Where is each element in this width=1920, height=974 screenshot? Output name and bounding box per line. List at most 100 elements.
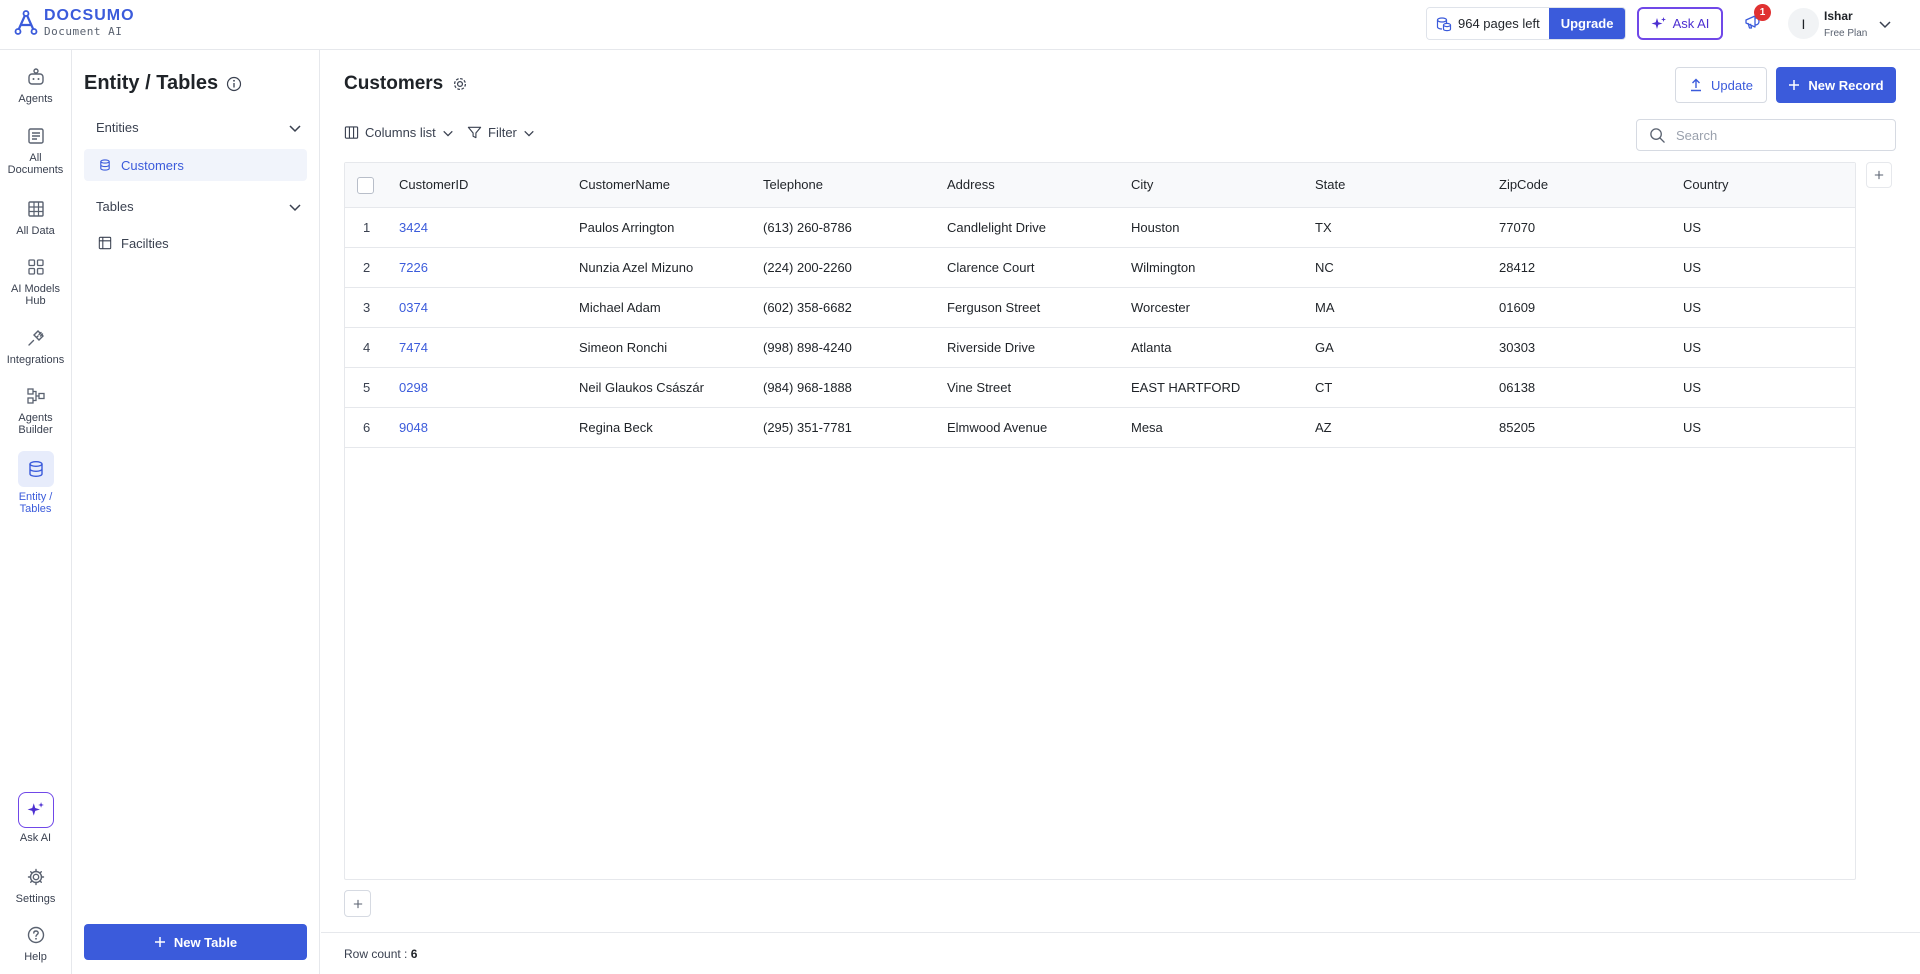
address-cell[interactable]: Clarence Court <box>947 260 1034 275</box>
update-button[interactable]: Update <box>1675 67 1767 103</box>
table-row[interactable]: 5 0298 Neil Glaukos Császár (984) 968-18… <box>345 368 1855 408</box>
table-row[interactable]: 6 9048 Regina Beck (295) 351-7781 Elmwoo… <box>345 408 1855 448</box>
nav-all-data[interactable]: All Data <box>0 197 71 237</box>
zipcode-cell[interactable]: 77070 <box>1499 220 1535 235</box>
state-cell[interactable]: MA <box>1315 300 1335 315</box>
nav-help[interactable]: Help <box>0 923 71 963</box>
filter-dropdown[interactable]: Filter <box>467 125 535 140</box>
column-header-address[interactable]: Address <box>947 177 995 192</box>
customer-id-link[interactable]: 3424 <box>399 220 428 235</box>
nav-integrations[interactable]: Integrations <box>0 326 71 366</box>
tables-heading: Tables <box>96 199 134 214</box>
column-header-country[interactable]: Country <box>1683 177 1729 192</box>
customer-name-cell[interactable]: Simeon Ronchi <box>579 340 667 355</box>
city-cell[interactable]: Worcester <box>1131 300 1190 315</box>
telephone-cell[interactable]: (224) 200-2260 <box>763 260 852 275</box>
entity-item-customers[interactable]: Customers <box>84 149 307 181</box>
column-header-zipcode[interactable]: ZipCode <box>1499 177 1548 192</box>
country-cell[interactable]: US <box>1683 260 1701 275</box>
agents-icon <box>24 65 48 89</box>
customer-id-link[interactable]: 9048 <box>399 420 428 435</box>
telephone-cell[interactable]: (295) 351-7781 <box>763 420 852 435</box>
customer-name-cell[interactable]: Michael Adam <box>579 300 661 315</box>
customer-name-cell[interactable]: Neil Glaukos Császár <box>579 380 704 395</box>
zipcode-cell[interactable]: 85205 <box>1499 420 1535 435</box>
select-all-checkbox[interactable] <box>357 177 374 194</box>
country-cell[interactable]: US <box>1683 420 1701 435</box>
columns-list-dropdown[interactable]: Columns list <box>344 125 454 140</box>
country-cell[interactable]: US <box>1683 380 1701 395</box>
add-column-button[interactable] <box>1866 162 1892 188</box>
country-cell[interactable]: US <box>1683 300 1701 315</box>
table-row[interactable]: 3 0374 Michael Adam (602) 358-6682 Fergu… <box>345 288 1855 328</box>
telephone-cell[interactable]: (613) 260-8786 <box>763 220 852 235</box>
customer-name-cell[interactable]: Paulos Arrington <box>579 220 674 235</box>
state-cell[interactable]: GA <box>1315 340 1334 355</box>
customer-name-cell[interactable]: Nunzia Azel Mizuno <box>579 260 693 275</box>
address-cell[interactable]: Riverside Drive <box>947 340 1035 355</box>
column-header-city[interactable]: City <box>1131 177 1153 192</box>
address-cell[interactable]: Ferguson Street <box>947 300 1040 315</box>
nav-ask-ai[interactable]: Ask AI <box>0 792 71 844</box>
customer-id-link[interactable]: 0374 <box>399 300 428 315</box>
city-cell[interactable]: Atlanta <box>1131 340 1171 355</box>
nav-agents-builder[interactable]: Agents Builder <box>0 384 71 436</box>
state-cell[interactable]: CT <box>1315 380 1332 395</box>
chevron-down-icon[interactable] <box>1878 17 1892 31</box>
table-row[interactable]: 2 7226 Nunzia Azel Mizuno (224) 200-2260… <box>345 248 1855 288</box>
telephone-cell[interactable]: (998) 898-4240 <box>763 340 852 355</box>
state-cell[interactable]: TX <box>1315 220 1332 235</box>
nav-settings[interactable]: Settings <box>0 865 71 905</box>
column-header-customername[interactable]: CustomerName <box>579 177 670 192</box>
address-cell[interactable]: Candlelight Drive <box>947 220 1046 235</box>
tables-section-toggle[interactable]: Tables <box>96 199 302 214</box>
country-cell[interactable]: US <box>1683 340 1701 355</box>
city-cell[interactable]: EAST HARTFORD <box>1131 380 1240 395</box>
zipcode-cell[interactable]: 01609 <box>1499 300 1535 315</box>
upgrade-button[interactable]: Upgrade <box>1548 8 1626 39</box>
address-cell[interactable]: Vine Street <box>947 380 1011 395</box>
column-header-telephone[interactable]: Telephone <box>763 177 823 192</box>
nav-all-documents[interactable]: All Documents <box>0 124 71 176</box>
ask-ai-button[interactable]: Ask AI <box>1637 7 1723 40</box>
nav-agents[interactable]: Agents <box>0 65 71 105</box>
nav-ai-models-hub[interactable]: AI Models Hub <box>0 255 71 307</box>
customer-id-link[interactable]: 7226 <box>399 260 428 275</box>
customer-id-link[interactable]: 7474 <box>399 340 428 355</box>
zipcode-cell[interactable]: 06138 <box>1499 380 1535 395</box>
table-row[interactable]: 4 7474 Simeon Ronchi (998) 898-4240 Rive… <box>345 328 1855 368</box>
search-input[interactable] <box>1676 127 1876 143</box>
zipcode-cell[interactable]: 30303 <box>1499 340 1535 355</box>
avatar[interactable]: I <box>1788 8 1819 39</box>
address-cell[interactable]: Elmwood Avenue <box>947 420 1047 435</box>
telephone-cell[interactable]: (984) 968-1888 <box>763 380 852 395</box>
gear-icon[interactable] <box>451 75 469 93</box>
customer-id-link[interactable]: 0298 <box>399 380 428 395</box>
entities-section-toggle[interactable]: Entities <box>96 120 302 135</box>
gear-icon <box>24 865 48 889</box>
state-cell[interactable]: AZ <box>1315 420 1332 435</box>
row-index: 2 <box>363 260 371 275</box>
pages-left: 964 pages left <box>1427 8 1549 39</box>
builder-icon <box>24 384 48 408</box>
city-cell[interactable]: Wilmington <box>1131 260 1195 275</box>
plus-icon <box>353 899 362 908</box>
table-icon <box>98 236 112 250</box>
column-header-customerid[interactable]: CustomerID <box>399 177 468 192</box>
docsumo-logo[interactable]: DOCSUMO Document AI <box>14 8 135 37</box>
column-header-state[interactable]: State <box>1315 177 1345 192</box>
new-record-button[interactable]: New Record <box>1776 67 1896 103</box>
city-cell[interactable]: Houston <box>1131 220 1179 235</box>
city-cell[interactable]: Mesa <box>1131 420 1163 435</box>
add-row-button[interactable] <box>344 890 371 917</box>
table-row[interactable]: 1 3424 Paulos Arrington (613) 260-8786 C… <box>345 208 1855 248</box>
telephone-cell[interactable]: (602) 358-6682 <box>763 300 852 315</box>
state-cell[interactable]: NC <box>1315 260 1334 275</box>
new-table-button[interactable]: New Table <box>84 924 307 960</box>
country-cell[interactable]: US <box>1683 220 1701 235</box>
zipcode-cell[interactable]: 28412 <box>1499 260 1535 275</box>
nav-entity-tables[interactable]: Entity / Tables <box>0 451 71 515</box>
info-icon[interactable] <box>226 76 242 92</box>
customer-name-cell[interactable]: Regina Beck <box>579 420 653 435</box>
table-item-facilties[interactable]: Facilties <box>84 227 307 259</box>
